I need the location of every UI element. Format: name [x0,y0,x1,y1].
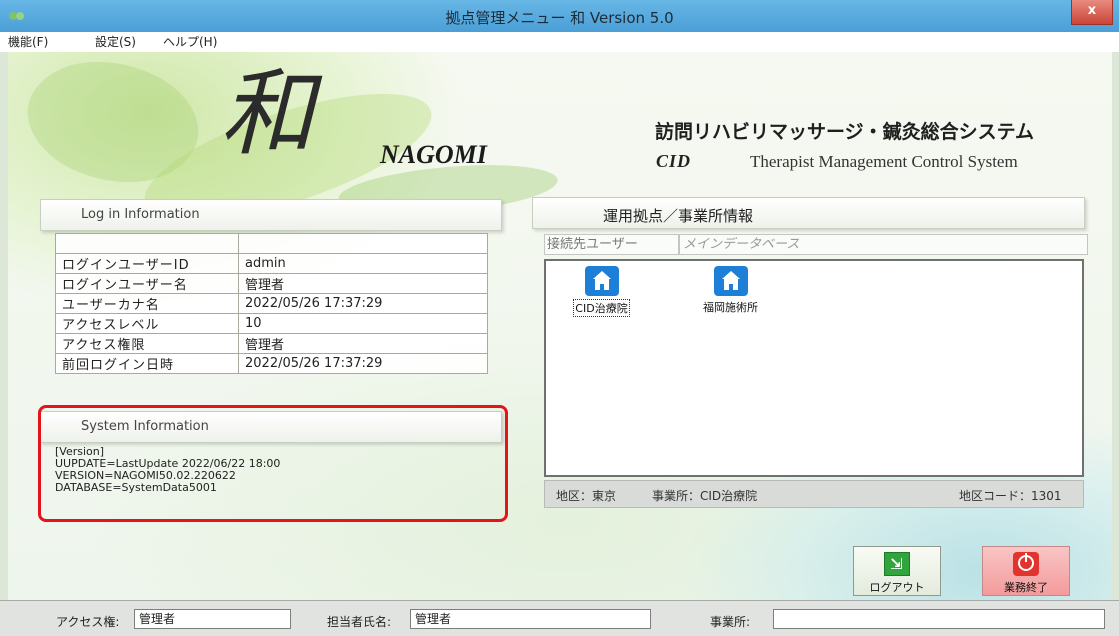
office-item-fukuoka[interactable]: 福岡施術所 [683,266,778,315]
right-border [1111,52,1119,600]
close-button[interactable]: x [1071,0,1113,25]
main-database-field: メインデータベース [679,234,1088,255]
office-info-title: 運用拠点／事業所情報 [603,207,754,225]
menu-item-function[interactable]: 機能(F) [8,33,48,50]
power-icon [1013,552,1039,576]
logo-kanji: 和 [220,60,315,169]
logout-button[interactable]: ⇲ ログアウト [853,546,941,596]
office-label-status: 事業所: [710,615,751,629]
login-value: 管理者 [238,273,488,294]
office-info-header: 運用拠点／事業所情報 [532,197,1085,229]
system-subtitle: Therapist Management Control System [750,152,1018,171]
window-title: 拠点管理メニュー 和 Version 5.0 [445,9,674,27]
staff-field: 管理者 [410,609,651,629]
office-list[interactable]: CID治療院 福岡施術所 [544,259,1084,477]
login-value: 管理者 [238,333,488,354]
office-status-bar: 地区：東京 事業所：CID治療院 地区コード：1301 [544,480,1084,508]
table-row: アクセスレベル 10 [55,313,488,334]
login-key: ユーザーカナ名 [55,293,239,314]
region-text: 地区：東京 [556,489,617,503]
login-key: ログインユーザー名 [55,273,239,294]
exit-door-icon: ⇲ [884,552,910,576]
login-value: 2022/05/26 17:37:29 [238,293,488,314]
system-name: 訪問リハビリマッサージ・鍼灸総合システム [655,121,1035,143]
login-info-title: Log in Information [81,207,200,222]
login-key: ログインユーザーID [55,253,239,274]
menu-item-help[interactable]: ヘルプ(H) [163,33,217,50]
login-key: アクセスレベル [55,313,239,334]
login-key: 前回ログイン日時 [55,353,239,374]
highlight-frame [38,405,508,522]
left-border [0,52,8,600]
cid-logo: CID [656,151,692,171]
table-row: アクセス権限 管理者 [55,333,488,354]
office-label: CID治療院 [573,299,630,317]
table-row: ログインユーザーID admin [55,253,488,274]
house-icon [584,266,619,296]
login-value: 10 [238,313,488,334]
logout-label: ログアウト [869,581,925,594]
staff-label: 担当者氏名: [327,615,392,629]
end-work-button[interactable]: 業務終了 [982,546,1070,596]
logo-nagomi: NAGOMI [380,140,487,169]
login-value: admin [238,253,488,274]
menu-item-settings[interactable]: 設定(S) [95,33,136,50]
table-row: ユーザーカナ名 2022/05/26 17:37:29 [55,293,488,314]
end-work-label: 業務終了 [1004,581,1048,594]
login-info-table: ログインユーザーID admin ログインユーザー名 管理者 ユーザーカナ名 2022… [55,233,488,374]
login-value: 2022/05/26 17:37:29 [238,353,488,374]
region-code-text: 地区コード：1301 [959,489,1062,503]
table-row [55,233,488,254]
office-text: 事業所：CID治療院 [652,489,758,503]
house-icon [713,266,748,296]
access-label: アクセス権: [56,615,120,629]
office-field [773,609,1105,629]
table-row: 前回ログイン日時 2022/05/26 17:37:29 [55,353,488,374]
office-item-cid[interactable]: CID治療院 [554,266,649,317]
connection-user-field: 接続先ユーザー [544,234,679,255]
login-info-header: Log in Information [40,199,502,231]
login-key: アクセス権限 [55,333,239,354]
access-field: 管理者 [134,609,291,629]
table-row: ログインユーザー名 管理者 [55,273,488,294]
office-label: 福岡施術所 [703,301,758,314]
